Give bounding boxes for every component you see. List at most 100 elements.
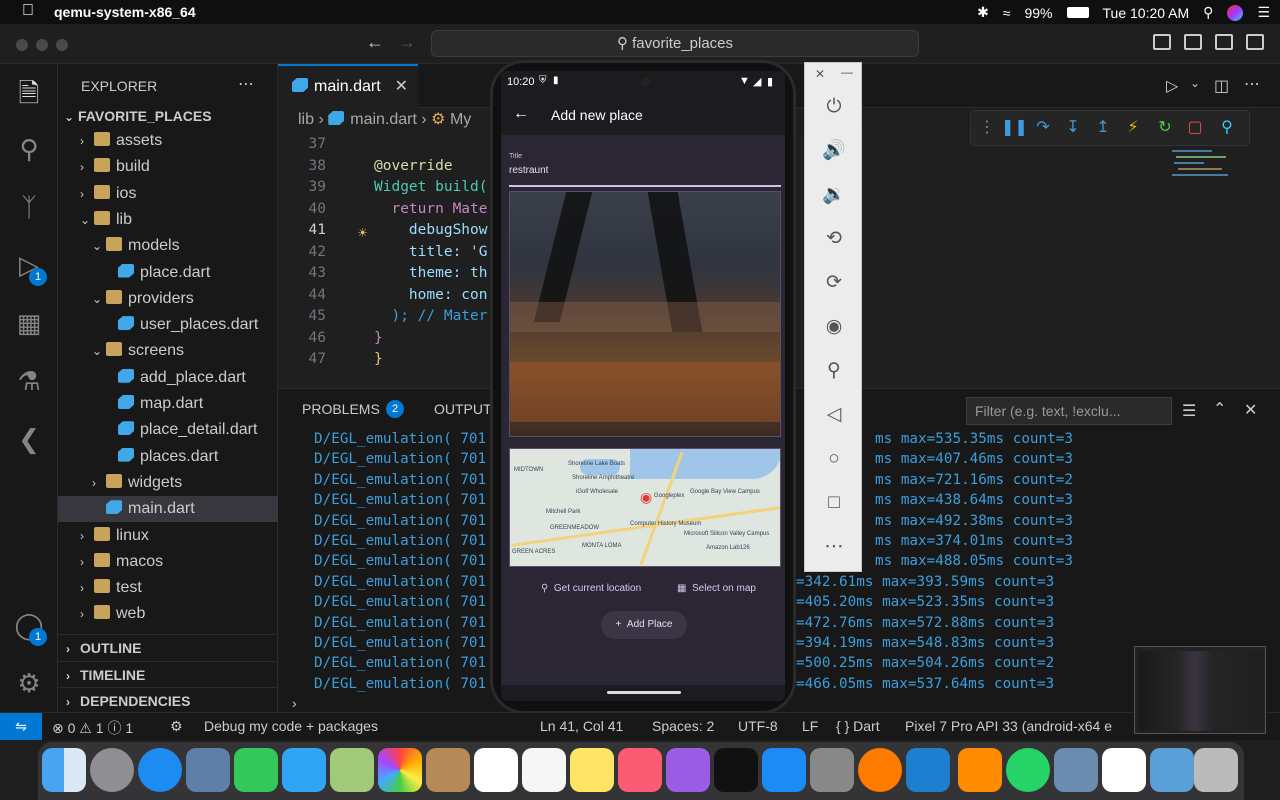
tab-output[interactable]: OUTPUT — [434, 401, 492, 417]
podcasts-icon[interactable] — [666, 748, 710, 792]
pause-icon[interactable]: ❚❚ — [1001, 118, 1028, 138]
screenshot-thumbnail[interactable] — [1134, 646, 1266, 734]
tree-item[interactable]: › widgets — [58, 470, 278, 496]
tree-item[interactable]: › macos — [58, 549, 278, 575]
map-preview[interactable]: ◉ MIDTOWN Shoreline Lake Boats Shoreline A… — [509, 448, 781, 567]
android-studio-icon[interactable] — [1102, 748, 1146, 792]
calendar-icon[interactable] — [474, 748, 518, 792]
tree-item[interactable]: places.dart — [58, 444, 278, 470]
tree-item[interactable]: place.dart — [58, 260, 278, 286]
flutter-icon[interactable]: ❮ — [14, 424, 44, 454]
maximize-panel-icon[interactable]: ⌃ — [1213, 399, 1226, 419]
tree-item[interactable]: › test — [58, 575, 278, 601]
explorer-icon[interactable]: 🗎 — [14, 78, 44, 108]
breadcrumb-symbol[interactable]: My — [450, 111, 471, 128]
command-center-search[interactable]: ⚲ favorite_places — [431, 30, 919, 57]
music-icon[interactable] — [618, 748, 662, 792]
apple-icon[interactable]:  — [22, 2, 34, 20]
line-ending[interactable]: LF — [802, 718, 818, 734]
preview-icon[interactable] — [186, 748, 230, 792]
settings-gear-icon[interactable]: ⚙ — [14, 668, 44, 698]
app-name[interactable]: qemu-system-x86_64 — [54, 4, 196, 20]
rotate-left-icon[interactable]: ⟲ — [822, 227, 846, 251]
close-emulator-icon[interactable]: ✕ — [815, 67, 825, 81]
tree-item[interactable]: ⌄ screens — [58, 338, 278, 364]
notes-icon[interactable] — [570, 748, 614, 792]
power-icon[interactable]: ⏻ — [822, 95, 846, 119]
add-place-button[interactable]: + Add Place — [601, 611, 687, 639]
image-preview[interactable] — [509, 191, 781, 437]
more-icon[interactable]: ⋯ — [822, 535, 846, 559]
tree-item[interactable]: ⌄ lib — [58, 207, 278, 233]
drag-handle-icon[interactable]: ⋮ — [977, 118, 997, 138]
toggle-sidebar-icon[interactable] — [1153, 34, 1171, 50]
lightbulb-icon[interactable]: ☀ — [358, 224, 367, 242]
encoding[interactable]: UTF-8 — [738, 718, 778, 734]
tree-item[interactable]: main.dart — [58, 496, 278, 523]
vscode-icon[interactable] — [906, 748, 950, 792]
more-actions-icon[interactable]: ⋯ — [238, 74, 254, 94]
home-icon[interactable]: ○ — [822, 447, 846, 471]
wifi-icon[interactable]: ≈ — [1003, 5, 1011, 21]
firefox-icon[interactable] — [858, 748, 902, 792]
tree-item[interactable]: › linux — [58, 523, 278, 549]
run-dropdown-icon[interactable]: ⌄ — [1190, 76, 1200, 90]
launchpad-icon[interactable] — [90, 748, 134, 792]
tree-item[interactable]: map.dart — [58, 391, 278, 417]
tree-item[interactable]: › ios — [58, 181, 278, 207]
vlc-icon[interactable] — [958, 748, 1002, 792]
control-center-icon[interactable]: ☰ — [1257, 4, 1270, 21]
customize-layout-icon[interactable] — [1246, 34, 1264, 50]
remote-indicator-icon[interactable]: ⇋ — [0, 713, 42, 740]
tree-item[interactable]: › web — [58, 601, 278, 627]
battery-icon[interactable] — [1066, 7, 1089, 18]
section-dependencies[interactable]: › DEPENDENCIES — [58, 687, 278, 713]
home-gesture-handle[interactable] — [607, 691, 681, 694]
cursor-position[interactable]: Ln 41, Col 41 — [540, 718, 623, 734]
zoom-icon[interactable]: ⚲ — [822, 359, 846, 383]
reminders-icon[interactable] — [522, 748, 566, 792]
toggle-secondary-sidebar-icon[interactable] — [1215, 34, 1233, 50]
title-text-field[interactable]: Title restraunt — [509, 145, 781, 187]
maps-icon[interactable] — [330, 748, 374, 792]
split-editor-icon[interactable]: ◫ — [1214, 76, 1229, 96]
extensions-icon[interactable]: ▦ — [14, 308, 44, 338]
step-over-icon[interactable]: ↷ — [1033, 118, 1053, 138]
tree-item[interactable]: place_detail.dart — [58, 417, 278, 443]
tree-item[interactable]: › assets — [58, 128, 278, 154]
tree-item[interactable]: › build — [58, 154, 278, 180]
tab-main-dart[interactable]: main.dart ✕ — [278, 64, 418, 108]
select-map-button[interactable]: ▦ Select on map — [677, 583, 756, 594]
filter-input[interactable]: Filter (e.g. text, !exclu... — [966, 397, 1172, 425]
safari-icon[interactable] — [138, 748, 182, 792]
step-out-icon[interactable]: ↥ — [1093, 118, 1113, 138]
finder-icon[interactable] — [42, 748, 86, 792]
spotlight-icon[interactable]: ⚲ — [1203, 4, 1213, 21]
expand-arrow-icon[interactable]: › — [292, 695, 297, 711]
minimize-window-button[interactable] — [36, 39, 48, 51]
bluetooth-icon[interactable]: ✱ — [977, 4, 989, 21]
system-settings-icon[interactable] — [810, 748, 854, 792]
restart-icon[interactable]: ↻ — [1155, 118, 1175, 138]
stop-icon[interactable]: ▢ — [1185, 118, 1205, 138]
breadcrumb-lib[interactable]: lib — [298, 111, 314, 128]
back-arrow-icon[interactable]: ← — [366, 32, 384, 53]
search-icon[interactable]: ⚲ — [14, 134, 44, 164]
app-store-icon[interactable] — [762, 748, 806, 792]
section-timeline[interactable]: › TIMELINE — [58, 660, 278, 687]
image-viewer-icon[interactable] — [1054, 748, 1098, 792]
volume-down-icon[interactable]: 🔉 — [822, 183, 846, 207]
hot-reload-icon[interactable]: ⚡ — [1123, 118, 1143, 138]
back-icon[interactable]: ◁ — [822, 403, 846, 427]
indentation[interactable]: Spaces: 2 — [652, 718, 714, 734]
facetime-icon[interactable] — [234, 748, 278, 792]
device-selector[interactable]: Pixel 7 Pro API 33 (android-x64 e — [905, 718, 1112, 734]
trash-icon[interactable] — [1194, 748, 1238, 792]
volume-up-icon[interactable]: 🔊 — [822, 139, 846, 163]
tree-item[interactable]: ⌄ models — [58, 233, 278, 259]
tree-item[interactable]: add_place.dart — [58, 365, 278, 391]
problems-status[interactable]: ⊗ 0 ⚠ 1 ⓘ 1 — [52, 718, 133, 738]
step-into-icon[interactable]: ↧ — [1063, 118, 1083, 138]
siri-icon[interactable] — [1227, 4, 1244, 21]
minimap[interactable] — [1168, 146, 1248, 236]
